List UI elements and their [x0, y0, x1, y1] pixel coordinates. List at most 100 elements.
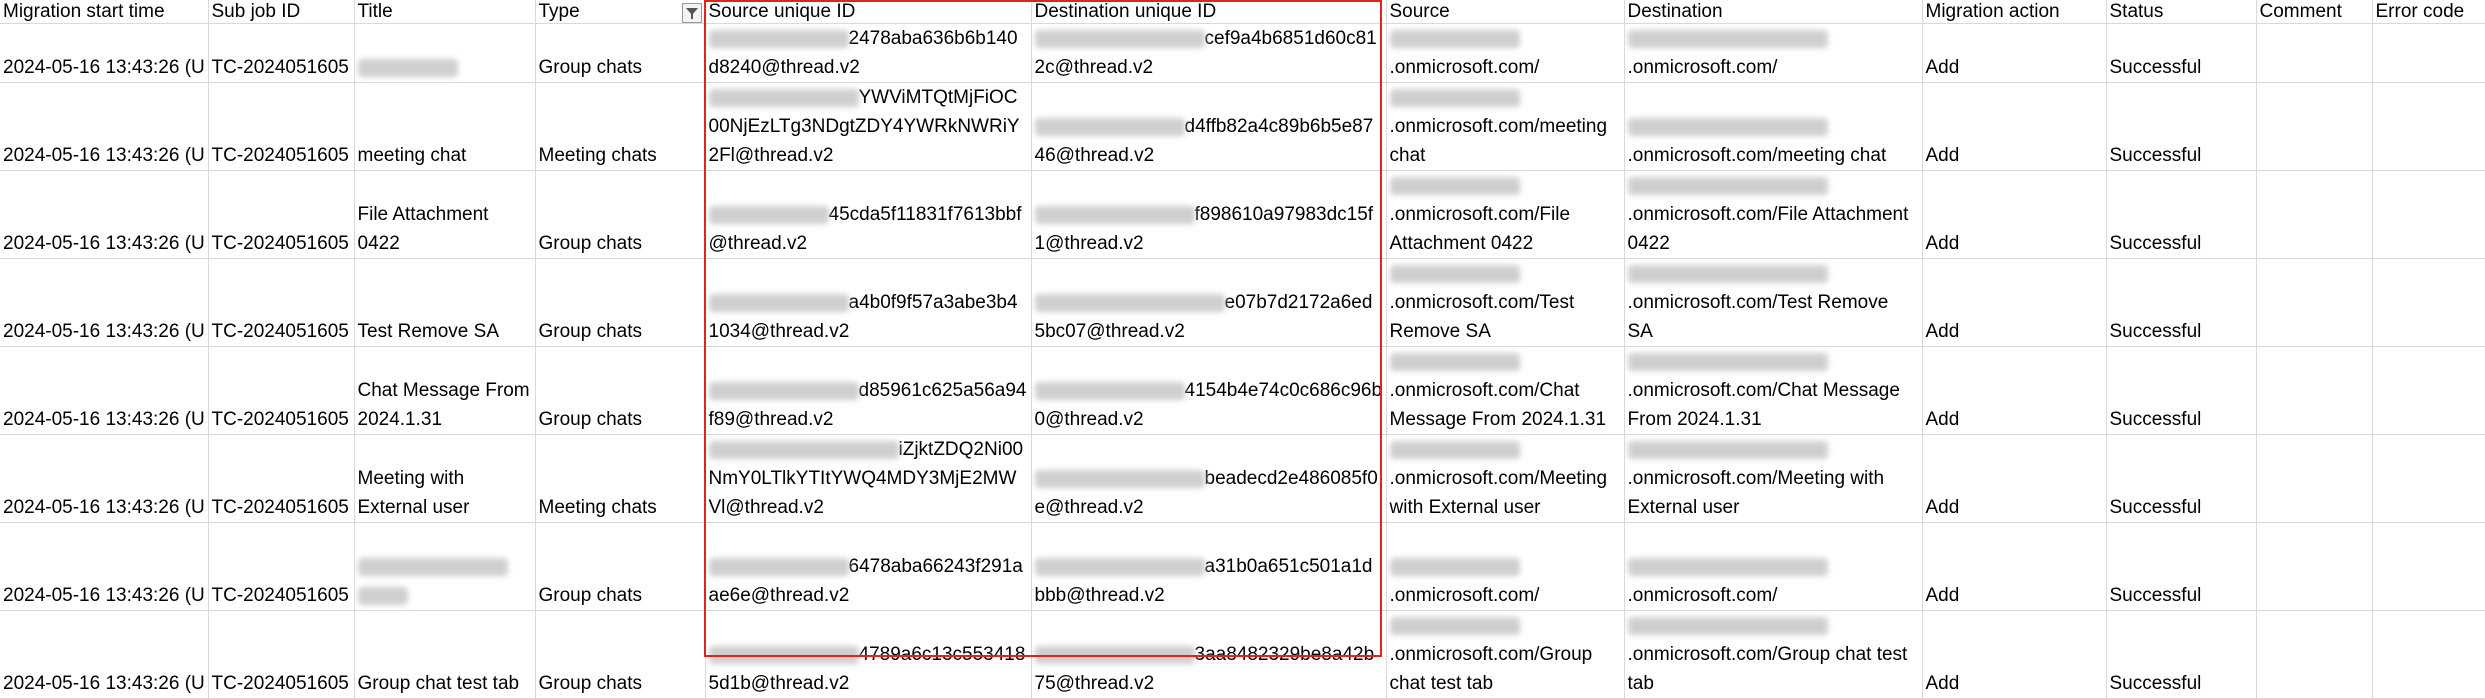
header-status[interactable]: Status — [2106, 0, 2257, 24]
cell-error-code[interactable] — [2372, 258, 2485, 347]
cell-title[interactable]: File Attachment 0422 — [354, 170, 536, 259]
cell-error-code[interactable] — [2372, 610, 2485, 699]
cell-title[interactable]: meeting chat — [354, 82, 536, 171]
cell-type[interactable]: Meeting chats — [535, 82, 706, 171]
header-comment[interactable]: Comment — [2256, 0, 2373, 24]
cell-start-time[interactable]: 2024-05-16 13:43:26 (U — [0, 258, 209, 347]
cell-start-time[interactable]: 2024-05-16 13:43:26 (U — [0, 610, 209, 699]
cell-title[interactable] — [354, 23, 536, 83]
cell-source[interactable]: .onmicrosoft.com/ — [1386, 522, 1625, 611]
cell-comment[interactable] — [2256, 346, 2373, 435]
cell-title[interactable]: Meeting with External user — [354, 434, 536, 523]
cell-status[interactable]: Successful — [2106, 434, 2257, 523]
cell-source-unique-id[interactable]: 4789a6c13c5534185d1b@thread.v2 — [705, 610, 1032, 699]
header-sub-job-id[interactable]: Sub job ID — [208, 0, 355, 24]
header-type[interactable]: Type — [535, 0, 706, 24]
cell-source-unique-id[interactable]: a4b0f9f57a3abe3b41034@thread.v2 — [705, 258, 1032, 347]
header-source-unique-id[interactable]: Source unique ID — [705, 0, 1032, 24]
filter-icon[interactable] — [681, 2, 702, 23]
cell-start-time[interactable]: 2024-05-16 13:43:26 (U — [0, 23, 209, 83]
cell-source-unique-id[interactable]: iZjktZDQ2Ni00NmY0LTlkYTItYWQ4MDY3MjE2MWV… — [705, 434, 1032, 523]
cell-start-time[interactable]: 2024-05-16 13:43:26 (U — [0, 170, 209, 259]
cell-comment[interactable] — [2256, 434, 2373, 523]
cell-error-code[interactable] — [2372, 23, 2485, 83]
cell-destination-unique-id[interactable]: d4ffb82a4c89b6b5e8746@thread.v2 — [1031, 82, 1387, 171]
cell-error-code[interactable] — [2372, 82, 2485, 171]
cell-destination[interactable]: .onmicrosoft.com/meeting chat — [1624, 82, 1923, 171]
cell-destination[interactable]: .onmicrosoft.com/File Attachment 0422 — [1624, 170, 1923, 259]
cell-migration-action[interactable]: Add — [1922, 522, 2107, 611]
cell-status[interactable]: Successful — [2106, 610, 2257, 699]
cell-error-code[interactable] — [2372, 170, 2485, 259]
cell-sub-job-id[interactable]: TC-2024051605 — [208, 23, 355, 83]
cell-source-unique-id[interactable]: 6478aba66243f291aae6e@thread.v2 — [705, 522, 1032, 611]
cell-migration-action[interactable]: Add — [1922, 346, 2107, 435]
cell-source[interactable]: .onmicrosoft.com/Test Remove SA — [1386, 258, 1625, 347]
header-title[interactable]: Title — [354, 0, 536, 24]
cell-migration-action[interactable]: Add — [1922, 434, 2107, 523]
header-error-code[interactable]: Error code — [2372, 0, 2485, 24]
cell-type[interactable]: Group chats — [535, 170, 706, 259]
cell-destination[interactable]: .onmicrosoft.com/ — [1624, 522, 1923, 611]
cell-sub-job-id[interactable]: TC-2024051605 — [208, 170, 355, 259]
cell-title[interactable] — [354, 522, 536, 611]
cell-type[interactable]: Group chats — [535, 23, 706, 83]
cell-migration-action[interactable]: Add — [1922, 23, 2107, 83]
cell-source-unique-id[interactable]: 2478aba636b6b140d8240@thread.v2 — [705, 23, 1032, 83]
cell-source-unique-id[interactable]: 45cda5f11831f7613bbf@thread.v2 — [705, 170, 1032, 259]
cell-type[interactable]: Group chats — [535, 258, 706, 347]
cell-status[interactable]: Successful — [2106, 23, 2257, 83]
cell-comment[interactable] — [2256, 522, 2373, 611]
cell-sub-job-id[interactable]: TC-2024051605 — [208, 610, 355, 699]
header-destination-unique-id[interactable]: Destination unique ID — [1031, 0, 1387, 24]
cell-title[interactable]: Group chat test tab — [354, 610, 536, 699]
cell-destination-unique-id[interactable]: f898610a97983dc15f1@thread.v2 — [1031, 170, 1387, 259]
cell-status[interactable]: Successful — [2106, 170, 2257, 259]
cell-destination-unique-id[interactable]: 4154b4e74c0c686c96b0@thread.v2 — [1031, 346, 1387, 435]
cell-status[interactable]: Successful — [2106, 346, 2257, 435]
cell-destination[interactable]: .onmicrosoft.com/Meeting with External u… — [1624, 434, 1923, 523]
cell-destination-unique-id[interactable]: e07b7d2172a6ed5bc07@thread.v2 — [1031, 258, 1387, 347]
cell-source-unique-id[interactable]: YWViMTQtMjFiOC00NjEzLTg3NDgtZDY4YWRkNWRi… — [705, 82, 1032, 171]
cell-comment[interactable] — [2256, 23, 2373, 83]
cell-source-unique-id[interactable]: d85961c625a56a94f89@thread.v2 — [705, 346, 1032, 435]
cell-status[interactable]: Successful — [2106, 82, 2257, 171]
cell-sub-job-id[interactable]: TC-2024051605 — [208, 522, 355, 611]
cell-destination[interactable]: .onmicrosoft.com/Chat Message From 2024.… — [1624, 346, 1923, 435]
cell-start-time[interactable]: 2024-05-16 13:43:26 (U — [0, 82, 209, 171]
header-migration-action[interactable]: Migration action — [1922, 0, 2107, 24]
header-migration-start-time[interactable]: Migration start time — [0, 0, 209, 24]
cell-title[interactable]: Chat Message From 2024.1.31 — [354, 346, 536, 435]
cell-start-time[interactable]: 2024-05-16 13:43:26 (U — [0, 346, 209, 435]
cell-migration-action[interactable]: Add — [1922, 82, 2107, 171]
cell-destination-unique-id[interactable]: a31b0a651c501a1dbbb@thread.v2 — [1031, 522, 1387, 611]
header-destination[interactable]: Destination — [1624, 0, 1923, 24]
cell-sub-job-id[interactable]: TC-2024051605 — [208, 82, 355, 171]
cell-status[interactable]: Successful — [2106, 258, 2257, 347]
cell-title[interactable]: Test Remove SA — [354, 258, 536, 347]
cell-comment[interactable] — [2256, 610, 2373, 699]
cell-comment[interactable] — [2256, 82, 2373, 171]
cell-type[interactable]: Group chats — [535, 522, 706, 611]
cell-type[interactable]: Group chats — [535, 610, 706, 699]
cell-destination-unique-id[interactable]: cef9a4b6851d60c812c@thread.v2 — [1031, 23, 1387, 83]
cell-destination-unique-id[interactable]: 3aa8482329be8a42b75@thread.v2 — [1031, 610, 1387, 699]
cell-status[interactable]: Successful — [2106, 522, 2257, 611]
cell-source[interactable]: .onmicrosoft.com/Meeting with External u… — [1386, 434, 1625, 523]
cell-destination[interactable]: .onmicrosoft.com/ — [1624, 23, 1923, 83]
cell-comment[interactable] — [2256, 170, 2373, 259]
cell-destination-unique-id[interactable]: beadecd2e486085f0e@thread.v2 — [1031, 434, 1387, 523]
cell-destination[interactable]: .onmicrosoft.com/Test Remove SA — [1624, 258, 1923, 347]
cell-start-time[interactable]: 2024-05-16 13:43:26 (U — [0, 434, 209, 523]
cell-migration-action[interactable]: Add — [1922, 610, 2107, 699]
cell-comment[interactable] — [2256, 258, 2373, 347]
cell-type[interactable]: Group chats — [535, 346, 706, 435]
cell-source[interactable]: .onmicrosoft.com/Group chat test tab — [1386, 610, 1625, 699]
cell-error-code[interactable] — [2372, 346, 2485, 435]
cell-source[interactable]: .onmicrosoft.com/meeting chat — [1386, 82, 1625, 171]
header-source[interactable]: Source — [1386, 0, 1625, 24]
cell-error-code[interactable] — [2372, 522, 2485, 611]
cell-destination[interactable]: .onmicrosoft.com/Group chat test tab — [1624, 610, 1923, 699]
cell-sub-job-id[interactable]: TC-2024051605 — [208, 258, 355, 347]
cell-sub-job-id[interactable]: TC-2024051605 — [208, 434, 355, 523]
